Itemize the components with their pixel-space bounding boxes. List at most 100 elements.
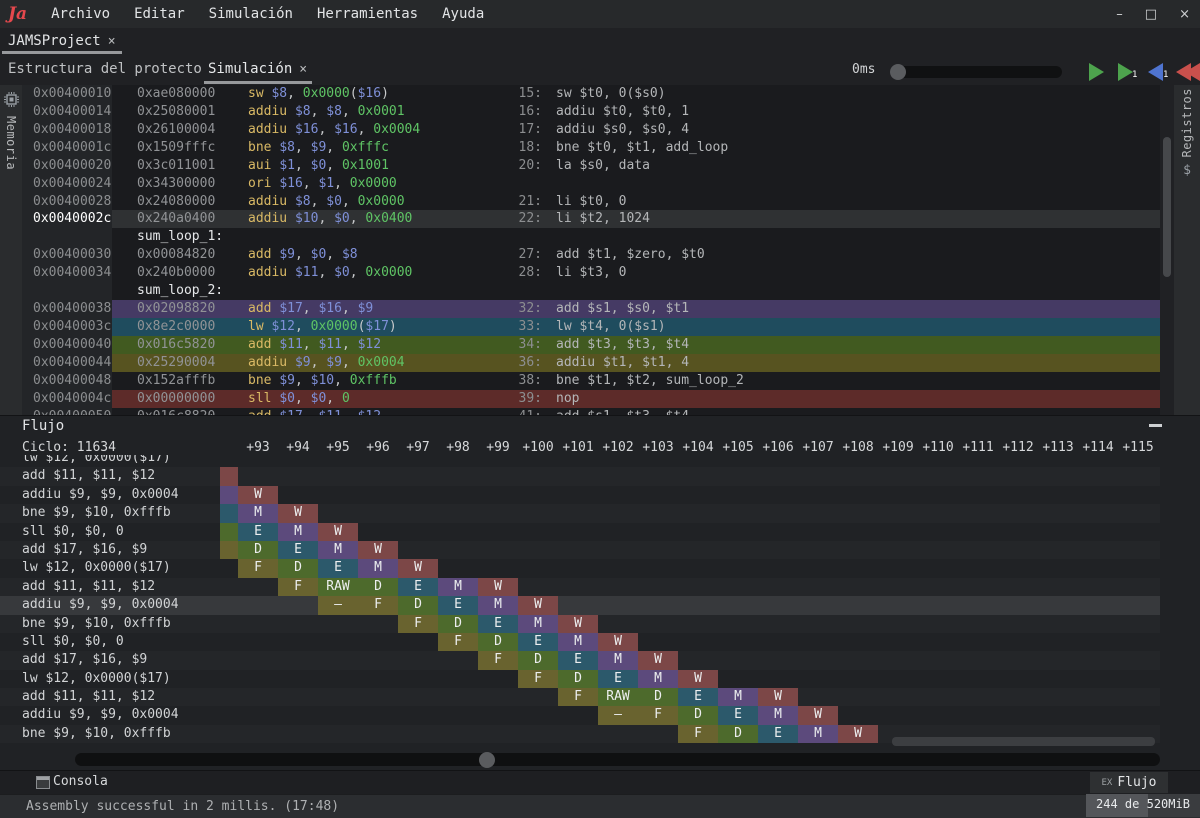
code-vertical-scrollbar[interactable] [1163, 137, 1171, 277]
pipeline-instruction-label: add $11, $11, $12 [22, 688, 155, 706]
console-icon [36, 776, 50, 789]
pipeline-instruction-label: bne $9, $10, 0xfffb [22, 504, 171, 522]
tab-close-icon[interactable]: × [108, 34, 116, 49]
machine-code: 0x02098820 [137, 300, 215, 318]
code-row[interactable]: 0x004000340x240b0000addiu $11, $0, 0x000… [22, 264, 1160, 282]
code-row[interactable]: 0x004000400x016c5820add $11, $11, $1234:… [22, 336, 1160, 354]
pipeline-stage-cell-d: D [678, 706, 718, 724]
pipeline-row[interactable]: sll $0, $0, 0EMW [0, 523, 1160, 541]
window-minimize-icon[interactable]: – [1116, 7, 1123, 22]
source-line-number: 16: [480, 103, 542, 121]
pipeline-row[interactable]: add $17, $16, $9DEMW [0, 541, 1160, 559]
pipeline-stage-cell-d: D [238, 541, 278, 559]
machine-code: 0x34300000 [137, 175, 215, 193]
machine-code: 0x1509fffc [137, 139, 215, 157]
flujo-horizontal-scrollbar[interactable] [892, 737, 1155, 746]
speed-slider[interactable] [890, 66, 1062, 78]
sidebar-item-memoria[interactable]: Memoria [0, 92, 22, 170]
tab-simulacion[interactable]: Simulación× [208, 61, 307, 77]
pipeline-stage-cell-m: M [718, 688, 758, 706]
pipeline-row[interactable]: add $17, $16, $9FDEMW [0, 651, 1160, 669]
menu-herramientas[interactable]: Herramientas [317, 6, 418, 22]
source-line-number: 22: [480, 210, 542, 228]
pipeline-row[interactable]: add $11, $11, $12FRAWDEMW [0, 578, 1160, 596]
code-viewer: 0x004000100xae080000sw $8, 0x0000($16)15… [22, 85, 1160, 415]
tab-close-icon[interactable]: × [299, 62, 307, 77]
flujo-position-slider[interactable] [75, 753, 1160, 766]
source-line-number: 36: [480, 354, 542, 372]
code-row[interactable]: 0x004000480x152afffbbne $9, $10, 0xfffb3… [22, 372, 1160, 390]
flujo-panel-badge[interactable]: EX Flujo [1090, 772, 1168, 793]
code-row[interactable]: 0x004000440x25290004addiu $9, $9, 0x0004… [22, 354, 1160, 372]
assembly-instruction: addiu $10, $0, 0x0400 [248, 210, 412, 228]
console-tab[interactable]: Consola [53, 774, 108, 789]
pipeline-stage-cell-w: W [318, 523, 358, 541]
memory-usage-text: 244 de 520MiB [1086, 797, 1200, 811]
code-row[interactable]: 0x004000240x34300000ori $16, $1, 0x0000 [22, 175, 1160, 193]
code-row[interactable]: 0x004000180x26100004addiu $16, $16, 0x00… [22, 121, 1160, 139]
code-row[interactable]: 0x004000200x3c011001aui $1, $0, 0x100120… [22, 157, 1160, 175]
menu-archivo[interactable]: Archivo [51, 6, 110, 22]
source-line-number: 32: [480, 300, 542, 318]
cycle-column-header: +101 [558, 440, 598, 455]
pipeline-row[interactable]: lw $12, 0x0000($17)FDEMW [0, 670, 1160, 688]
menu-ayuda[interactable]: Ayuda [442, 6, 484, 22]
tab-estructura[interactable]: Estructura del protecto [8, 61, 202, 77]
code-row[interactable]: 0x004000280x24080000addiu $8, $0, 0x0000… [22, 193, 1160, 211]
pipeline-row[interactable]: sll $0, $0, 0FDEMW [0, 633, 1160, 651]
pipeline-row[interactable]: addiu $9, $9, 0x0004W [0, 486, 1160, 504]
code-rows: 0x004000100xae080000sw $8, 0x0000($16)15… [22, 85, 1160, 415]
pipeline-row[interactable]: addiu $9, $9, 0x0004–FDEMW [0, 596, 1160, 614]
code-row[interactable]: 0x004000300x00084820add $9, $0, $827:add… [22, 246, 1160, 264]
assembly-instruction: addiu $11, $0, 0x0000 [248, 264, 412, 282]
pipeline-row[interactable]: lw $12, 0x0000($17)FDEMW [0, 559, 1160, 577]
code-row[interactable]: 0x004000100xae080000sw $8, 0x0000($16)15… [22, 85, 1160, 103]
code-label-row[interactable]: sum_loop_1: [22, 228, 1160, 246]
pipeline-row[interactable]: add $11, $11, $12FRAWDEMW [0, 688, 1160, 706]
code-row[interactable]: 0x0040001c0x1509fffcbne $8, $9, 0xfffc18… [22, 139, 1160, 157]
menu-simulacion[interactable]: Simulación [209, 6, 293, 22]
code-label-row[interactable]: sum_loop_2: [22, 282, 1160, 300]
menu-editar[interactable]: Editar [134, 6, 185, 22]
pipeline-row[interactable]: add $11, $11, $12 [0, 467, 1160, 485]
code-row[interactable]: 0x0040004c0x00000000sll $0, $0, 039:nop [22, 390, 1160, 408]
speed-slider-thumb[interactable] [890, 64, 906, 80]
instruction-address: 0x0040004c [33, 390, 111, 408]
instruction-address: 0x00400040 [33, 336, 111, 354]
assembly-instruction: bne $9, $10, 0xfffb [248, 372, 397, 390]
tab-jamsproject[interactable]: JAMSProject× [8, 33, 116, 49]
code-row[interactable]: 0x004000380x02098820add $17, $16, $932:a… [22, 300, 1160, 318]
pipeline-instruction-label: lw $12, 0x0000($17) [22, 559, 171, 577]
pipeline-stage-cell-m: M [478, 596, 518, 614]
flujo-position-slider-thumb[interactable] [479, 752, 495, 768]
step-back-button[interactable] [1148, 63, 1163, 81]
assembly-instruction: lw $12, 0x0000($17) [248, 318, 397, 336]
pipeline-stage-cell-e: E [318, 559, 358, 577]
pipeline-row[interactable]: lw $12, 0x0000($17) [0, 455, 1160, 467]
window-close-icon[interactable]: × [1179, 7, 1190, 22]
pipeline-stage-cell-f: F [398, 615, 438, 633]
code-row[interactable]: 0x004000500x016c8820add $17, $11, $1241:… [22, 408, 1160, 415]
code-row[interactable]: 0x0040002c0x240a0400addiu $10, $0, 0x040… [22, 210, 1160, 228]
code-row[interactable]: 0x0040003c0x8e2c0000lw $12, 0x0000($17)3… [22, 318, 1160, 336]
code-row[interactable]: 0x004000140x25080001addiu $8, $8, 0x0001… [22, 103, 1160, 121]
pipeline-stage-cell-d: D [278, 559, 318, 577]
window-maximize-icon[interactable]: □ [1145, 7, 1157, 22]
sidebar-item-registros[interactable]: Registros $ [1174, 88, 1200, 178]
pipeline-stage-cell-f: F [478, 651, 518, 669]
pipeline-row[interactable]: bne $9, $10, 0xfffbMW [0, 504, 1160, 522]
pipeline-row[interactable]: addiu $9, $9, 0x0004–FDEMW [0, 706, 1160, 724]
source-instruction: bne $t1, $t2, sum_loop_2 [556, 372, 744, 390]
source-instruction: add $t3, $t3, $t4 [556, 336, 689, 354]
pipeline-stage-cell-e [220, 504, 238, 522]
assembly-instruction: add $9, $0, $8 [248, 246, 358, 264]
minimize-panel-icon[interactable] [1149, 424, 1162, 427]
pipeline-stage-cell-f: F [638, 706, 678, 724]
pipeline-instruction-label: lw $12, 0x0000($17) [22, 455, 171, 467]
pipeline-row[interactable]: bne $9, $10, 0xfffbFDEMW [0, 615, 1160, 633]
cycle-column-header: +107 [798, 440, 838, 455]
source-instruction: addiu $t0, $t0, 1 [556, 103, 689, 121]
pipeline-stage-cell-f: F [238, 559, 278, 577]
run-button[interactable] [1089, 63, 1104, 81]
step-forward-button[interactable] [1118, 63, 1133, 81]
